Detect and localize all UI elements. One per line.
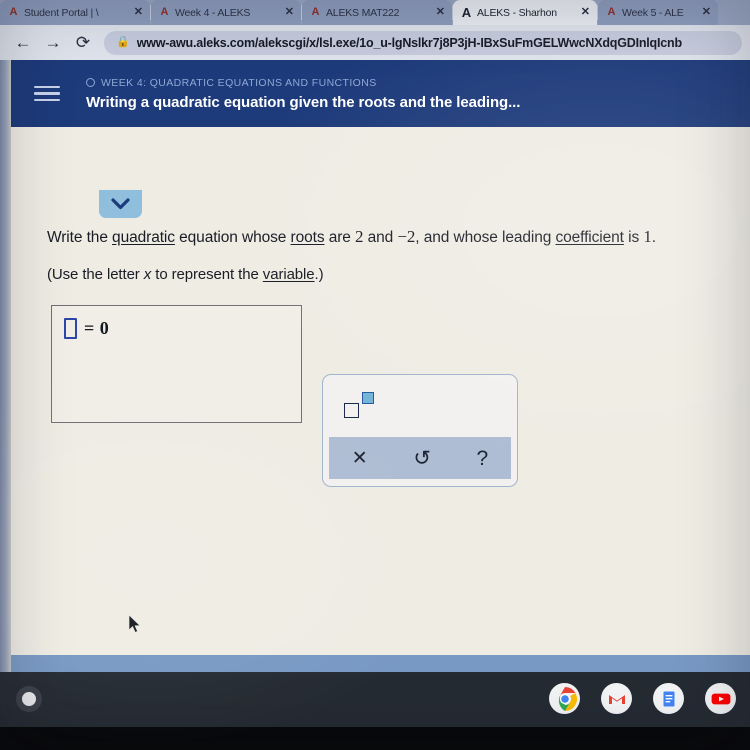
exponent-superscript-icon (362, 392, 374, 404)
web-page: WEEK 4: QUADRATIC EQUATIONS AND FUNCTION… (0, 60, 750, 672)
tab-title: Week 4 - ALEKS (175, 6, 251, 19)
browser-tab[interactable]: A ALEKS MAT222 ✕ (302, 0, 452, 25)
forward-button[interactable]: → (38, 28, 68, 58)
math-keypad-palette: ✕ ↺ ? (322, 374, 518, 487)
chevron-down-icon (111, 198, 130, 210)
browser-tab[interactable]: A Week 5 - ALE ✕ (598, 0, 718, 25)
math-expression: = 0 (64, 318, 109, 339)
menu-icon[interactable] (34, 85, 60, 102)
gmail-app-icon[interactable] (601, 683, 632, 714)
circle-icon (86, 78, 95, 87)
aleks-lesson-header: WEEK 4: QUADRATIC EQUATIONS AND FUNCTION… (0, 60, 750, 127)
palette-top-row (323, 375, 517, 433)
youtube-app-icon[interactable] (705, 683, 736, 714)
shelf-app-list (549, 683, 736, 714)
exponent-button[interactable] (344, 392, 374, 418)
lesson-title: Writing a quadratic equation given the r… (86, 93, 521, 111)
aleks-icon: A (9, 6, 18, 18)
question-line-1-part-10: is (623, 229, 644, 246)
exponent-base-icon (344, 403, 359, 418)
math-placeholder-box[interactable] (64, 318, 77, 339)
chrome-app-icon[interactable] (549, 683, 580, 714)
mouse-cursor (128, 614, 142, 639)
question-line-2-part-4: .) (314, 266, 324, 283)
chromeos-shelf (0, 672, 750, 727)
lesson-topic-label: WEEK 4: QUADRATIC EQUATIONS AND FUNCTION… (101, 76, 377, 89)
aleks-icon: A (311, 6, 320, 18)
reload-button[interactable]: ⟳ (68, 28, 98, 58)
browser-tab[interactable]: A Week 4 - ALEKS ✕ (151, 0, 301, 25)
question-line-1-part-3[interactable]: roots (291, 229, 325, 246)
lesson-topic: WEEK 4: QUADRATIC EQUATIONS AND FUNCTION… (86, 77, 520, 89)
browser-tab[interactable]: A Student Portal | \ ✕ (0, 0, 150, 25)
question-line-1-part-11: 1 (643, 227, 652, 246)
question-line-1-part-2: equation whose (174, 229, 291, 246)
clear-button[interactable]: ✕ (342, 449, 378, 468)
tab-title: ALEKS - Sharhon (477, 6, 557, 19)
page-bottom-strip (11, 655, 750, 672)
aleks-icon: A (461, 5, 472, 20)
tab-title: Student Portal | \ (24, 6, 99, 19)
tab-title: ALEKS MAT222 (326, 6, 400, 19)
lesson-header-text: WEEK 4: QUADRATIC EQUATIONS AND FUNCTION… (86, 77, 520, 111)
aleks-icon: A (607, 6, 616, 18)
close-icon[interactable]: ✕ (581, 7, 590, 18)
question-line-1: Write the quadratic equation whose roots… (47, 227, 656, 247)
question-line-1-part-12: . (651, 229, 656, 246)
device-bezel (0, 727, 750, 750)
browser-tab-strip: A Student Portal | \ ✕ A Week 4 - ALEKS ✕ A ALE… (0, 0, 750, 25)
question-line-1-part-8: , and whose leading (415, 229, 556, 246)
launcher-button[interactable] (16, 686, 42, 712)
question-line-2-part-3[interactable]: variable (263, 266, 315, 283)
help-button[interactable]: ? (467, 448, 499, 469)
browser-tab-active[interactable]: A ALEKS - Sharhon ✕ (453, 0, 597, 25)
docs-app-icon[interactable] (653, 683, 684, 714)
address-bar[interactable]: 🔒 www-awu.aleks.com/alekscgi/x/lsl.exe/1… (104, 30, 742, 55)
tab-title: Week 5 - ALE (622, 6, 684, 19)
back-button[interactable]: ← (8, 28, 38, 58)
close-icon[interactable]: ✕ (134, 7, 143, 18)
palette-action-bar: ✕ ↺ ? (329, 437, 511, 479)
question-line-1-part-0: Write the (47, 229, 113, 246)
screenshot-root: A Student Portal | \ ✕ A Week 4 - ALEKS ✕ A ALE… (0, 0, 750, 750)
browser-toolbar: ← → ⟳ 🔒 www-awu.aleks.com/alekscgi/x/lsl… (0, 25, 750, 60)
question-line-2-part-2: to represent the (151, 266, 263, 283)
close-icon[interactable]: ✕ (702, 7, 711, 18)
answer-input-box[interactable]: = 0 (51, 305, 302, 423)
question-line-1-part-6: and (363, 229, 398, 246)
question-line-1-part-1[interactable]: quadratic (112, 229, 175, 246)
equation-tail: = 0 (84, 318, 110, 338)
close-icon[interactable]: ✕ (436, 7, 445, 18)
collapse-header-button[interactable] (99, 190, 142, 218)
question-line-1-part-9[interactable]: coefficient (555, 229, 624, 246)
question-line-2: (Use the letter x to represent the varia… (47, 266, 324, 283)
window-left-edge (0, 60, 11, 672)
question-line-1-part-7: −2 (397, 227, 416, 246)
aleks-icon: A (160, 6, 169, 18)
question-line-1-part-4: are (324, 229, 356, 246)
url-text: www-awu.aleks.com/alekscgi/x/lsl.exe/1o_… (136, 35, 682, 50)
undo-button[interactable]: ↺ (403, 448, 441, 469)
question-line-2-part-0: (Use the letter (47, 266, 144, 283)
lock-icon: 🔒 (116, 36, 130, 48)
close-icon[interactable]: ✕ (285, 7, 294, 18)
